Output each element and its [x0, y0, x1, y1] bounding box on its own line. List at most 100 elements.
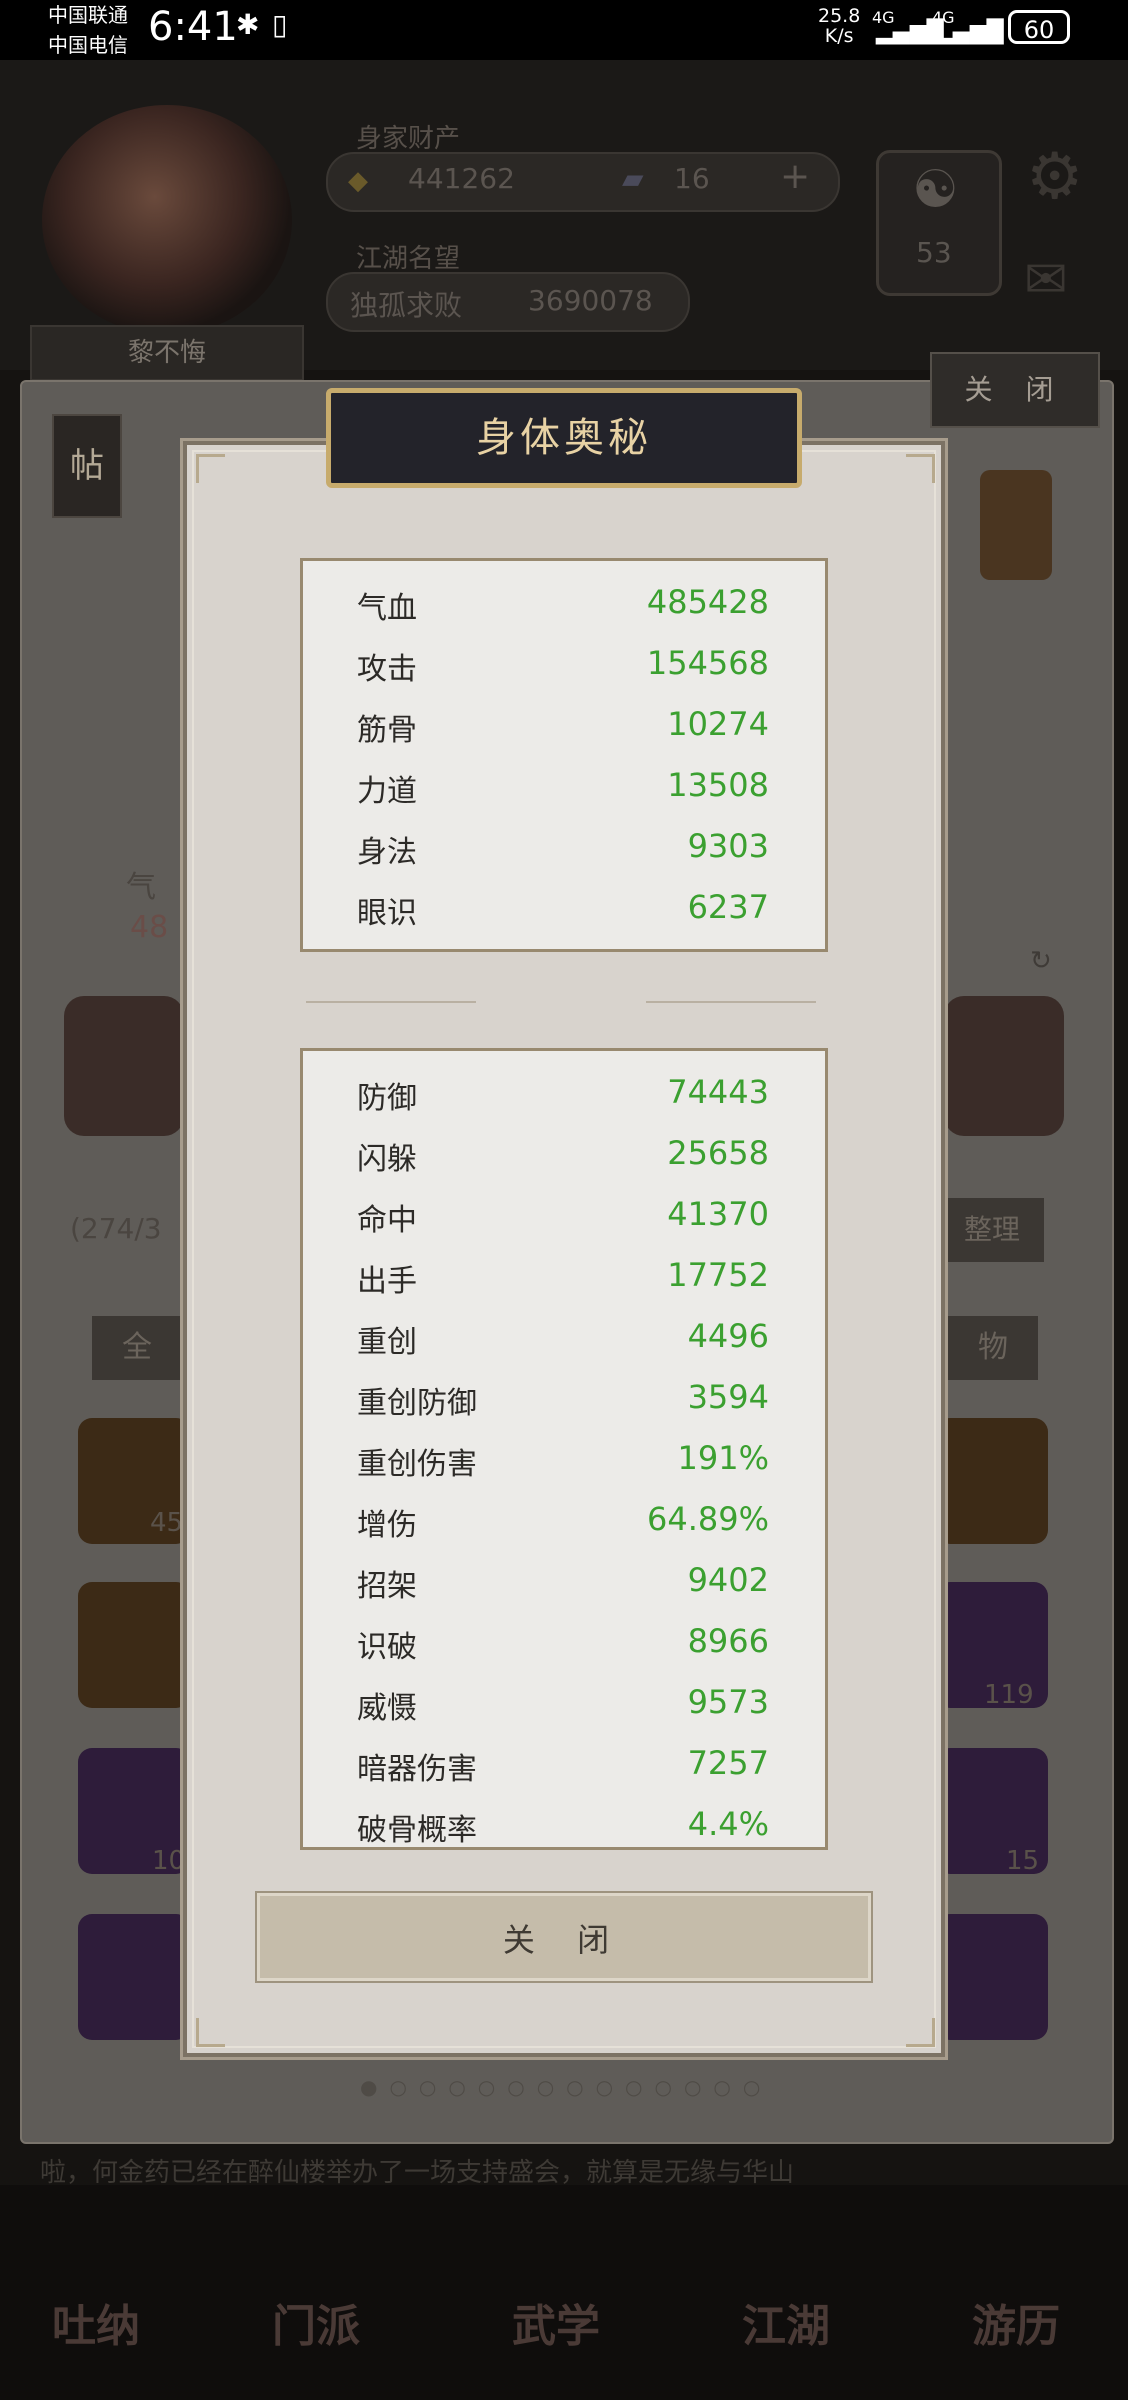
- stat-value: 17752: [667, 1256, 769, 1294]
- stat-value: 25658: [667, 1134, 769, 1172]
- stat-value: 8966: [687, 1622, 769, 1660]
- stat-row: 重创防御 3594: [303, 1366, 825, 1427]
- close-button[interactable]: 关 闭: [257, 1893, 871, 1981]
- assets-label: 身家财产: [356, 124, 461, 154]
- bg-item-slot[interactable]: [936, 1914, 1048, 2040]
- net-speed-value: 25.8: [818, 5, 861, 27]
- stat-value: 9402: [687, 1561, 769, 1599]
- dialog-title: 身体奥秘: [476, 415, 652, 461]
- nav-sect[interactable]: 门派: [272, 2290, 360, 2354]
- stat-name: 气血: [357, 591, 417, 626]
- stat-row: 重创伤害 191%: [303, 1427, 825, 1488]
- stat-row: 招架 9402: [303, 1549, 825, 1610]
- news-marquee: 啦，何金药已经在醉仙楼举办了一场支持盛会，就算是无缘与华山: [40, 2158, 795, 2188]
- bg-organize-button[interactable]: 整理: [940, 1198, 1044, 1262]
- bg-item-slot[interactable]: [78, 1582, 190, 1708]
- stat-row: 增伤 64.89%: [303, 1488, 825, 1549]
- stat-name: 破骨概率: [357, 1813, 477, 1848]
- bg-tab-items[interactable]: 物: [948, 1316, 1038, 1380]
- stat-name: 威慑: [357, 1691, 417, 1726]
- yin-yang-icon: ☯: [912, 160, 959, 220]
- stat-row: 识破 8966: [303, 1610, 825, 1671]
- stat-name: 眼识: [357, 896, 417, 931]
- corner-ornament: [906, 2018, 935, 2047]
- stat-value: 4496: [687, 1317, 769, 1355]
- ornamental-divider: [306, 1001, 816, 1003]
- bluetooth-icon: ✱: [236, 8, 260, 41]
- gear-icon[interactable]: ⚙: [1026, 140, 1083, 214]
- bg-qixue-value: 48: [130, 910, 169, 945]
- stat-value: 485428: [646, 583, 769, 621]
- stat-row: 攻击 154568: [303, 632, 825, 693]
- net-speed-unit: K/s: [824, 25, 854, 47]
- corner-ornament: [906, 454, 935, 483]
- stat-value: 3594: [687, 1378, 769, 1416]
- stat-value: 10274: [667, 705, 769, 743]
- ticket-value: 16: [674, 162, 710, 195]
- stat-row: 出手 17752: [303, 1244, 825, 1305]
- bg-refresh-icon[interactable]: ↻: [1030, 946, 1052, 976]
- stat-name: 闪躲: [357, 1142, 417, 1177]
- avatar[interactable]: [42, 105, 292, 335]
- carrier-info: 中国联通 中国电信: [48, 0, 128, 60]
- bg-equip-slot-right[interactable]: [944, 996, 1064, 1136]
- stat-name: 识破: [357, 1630, 417, 1665]
- bg-item-count: 15: [1006, 1846, 1040, 1876]
- nav-travel[interactable]: 游历: [972, 2290, 1060, 2354]
- stat-name: 防御: [357, 1081, 417, 1116]
- nav-jianghu[interactable]: 江湖: [742, 2290, 830, 2354]
- stat-name: 重创: [357, 1325, 417, 1360]
- stat-name: 出手: [357, 1264, 417, 1299]
- stat-name: 命中: [357, 1203, 417, 1238]
- stat-value: 6237: [687, 888, 769, 926]
- secondary-stats-box[interactable]: 防御 74443 闪躲 25658 命中 41370 出手 17752 重创 4496 重…: [300, 1048, 828, 1850]
- mail-icon[interactable]: ✉: [1024, 250, 1068, 310]
- stat-value: 74443: [667, 1073, 769, 1111]
- background-close-button[interactable]: 关 闭: [930, 352, 1100, 428]
- page-indicator: ●○○○○○○○○○○○○○: [360, 2075, 773, 2099]
- clock: 6:41: [148, 4, 238, 50]
- stat-row: 威慑 9573: [303, 1671, 825, 1732]
- stat-value: 7257: [687, 1744, 769, 1782]
- stat-value: 9573: [687, 1683, 769, 1721]
- bg-item-slot[interactable]: [78, 1914, 190, 2040]
- stat-row: 破骨概率 4.4%: [303, 1793, 825, 1848]
- player-name: 黎不悔: [30, 325, 304, 381]
- battery-icon: 60: [1008, 10, 1070, 44]
- stat-name: 招架: [357, 1569, 417, 1604]
- stat-row: 暗器伤害 7257: [303, 1732, 825, 1793]
- stat-row: 防御 74443: [303, 1061, 825, 1122]
- post-button[interactable]: 帖: [52, 414, 122, 518]
- stat-value: 41370: [667, 1195, 769, 1233]
- add-currency-button[interactable]: +: [780, 156, 810, 197]
- emblem-icon[interactable]: [980, 470, 1052, 580]
- bg-item-count: 45: [150, 1508, 184, 1538]
- stat-row: 重创 4496: [303, 1305, 825, 1366]
- nav-martial-arts[interactable]: 武学: [512, 2290, 600, 2354]
- bg-equip-slot-left[interactable]: [64, 996, 184, 1136]
- stat-name: 筋骨: [357, 713, 417, 748]
- stat-row: 命中 41370: [303, 1183, 825, 1244]
- stat-value: 4.4%: [687, 1805, 769, 1843]
- carrier-2: 中国电信: [48, 33, 128, 57]
- gold-icon: ◆: [348, 166, 368, 196]
- assets-bar: [326, 152, 840, 212]
- stat-row: 身法 9303: [303, 815, 825, 876]
- bg-qixue-label: 气: [126, 870, 156, 905]
- ticket-icon: ▰: [622, 162, 644, 195]
- fame-value: 3690078: [528, 284, 653, 317]
- signal-icon-2: ▂▄▆█: [936, 20, 1004, 45]
- bg-inventory-count: (274/3: [70, 1212, 162, 1245]
- stat-row: 闪躲 25658: [303, 1122, 825, 1183]
- vibrate-icon: ▯: [272, 8, 288, 41]
- bg-item-slot[interactable]: [936, 1418, 1048, 1544]
- stat-name: 暗器伤害: [357, 1752, 477, 1787]
- stat-name: 重创防御: [357, 1386, 477, 1421]
- bg-tab-all[interactable]: 全: [92, 1316, 182, 1380]
- stat-row: 力道 13508: [303, 754, 825, 815]
- nav-tuna[interactable]: 吐纳: [52, 2290, 140, 2354]
- primary-stats-box: 气血 485428 攻击 154568 筋骨 10274 力道 13508 身法 9303…: [300, 558, 828, 952]
- stat-row: 气血 485428: [303, 571, 825, 632]
- stat-name: 攻击: [357, 652, 417, 687]
- stat-row: 眼识 6237: [303, 876, 825, 937]
